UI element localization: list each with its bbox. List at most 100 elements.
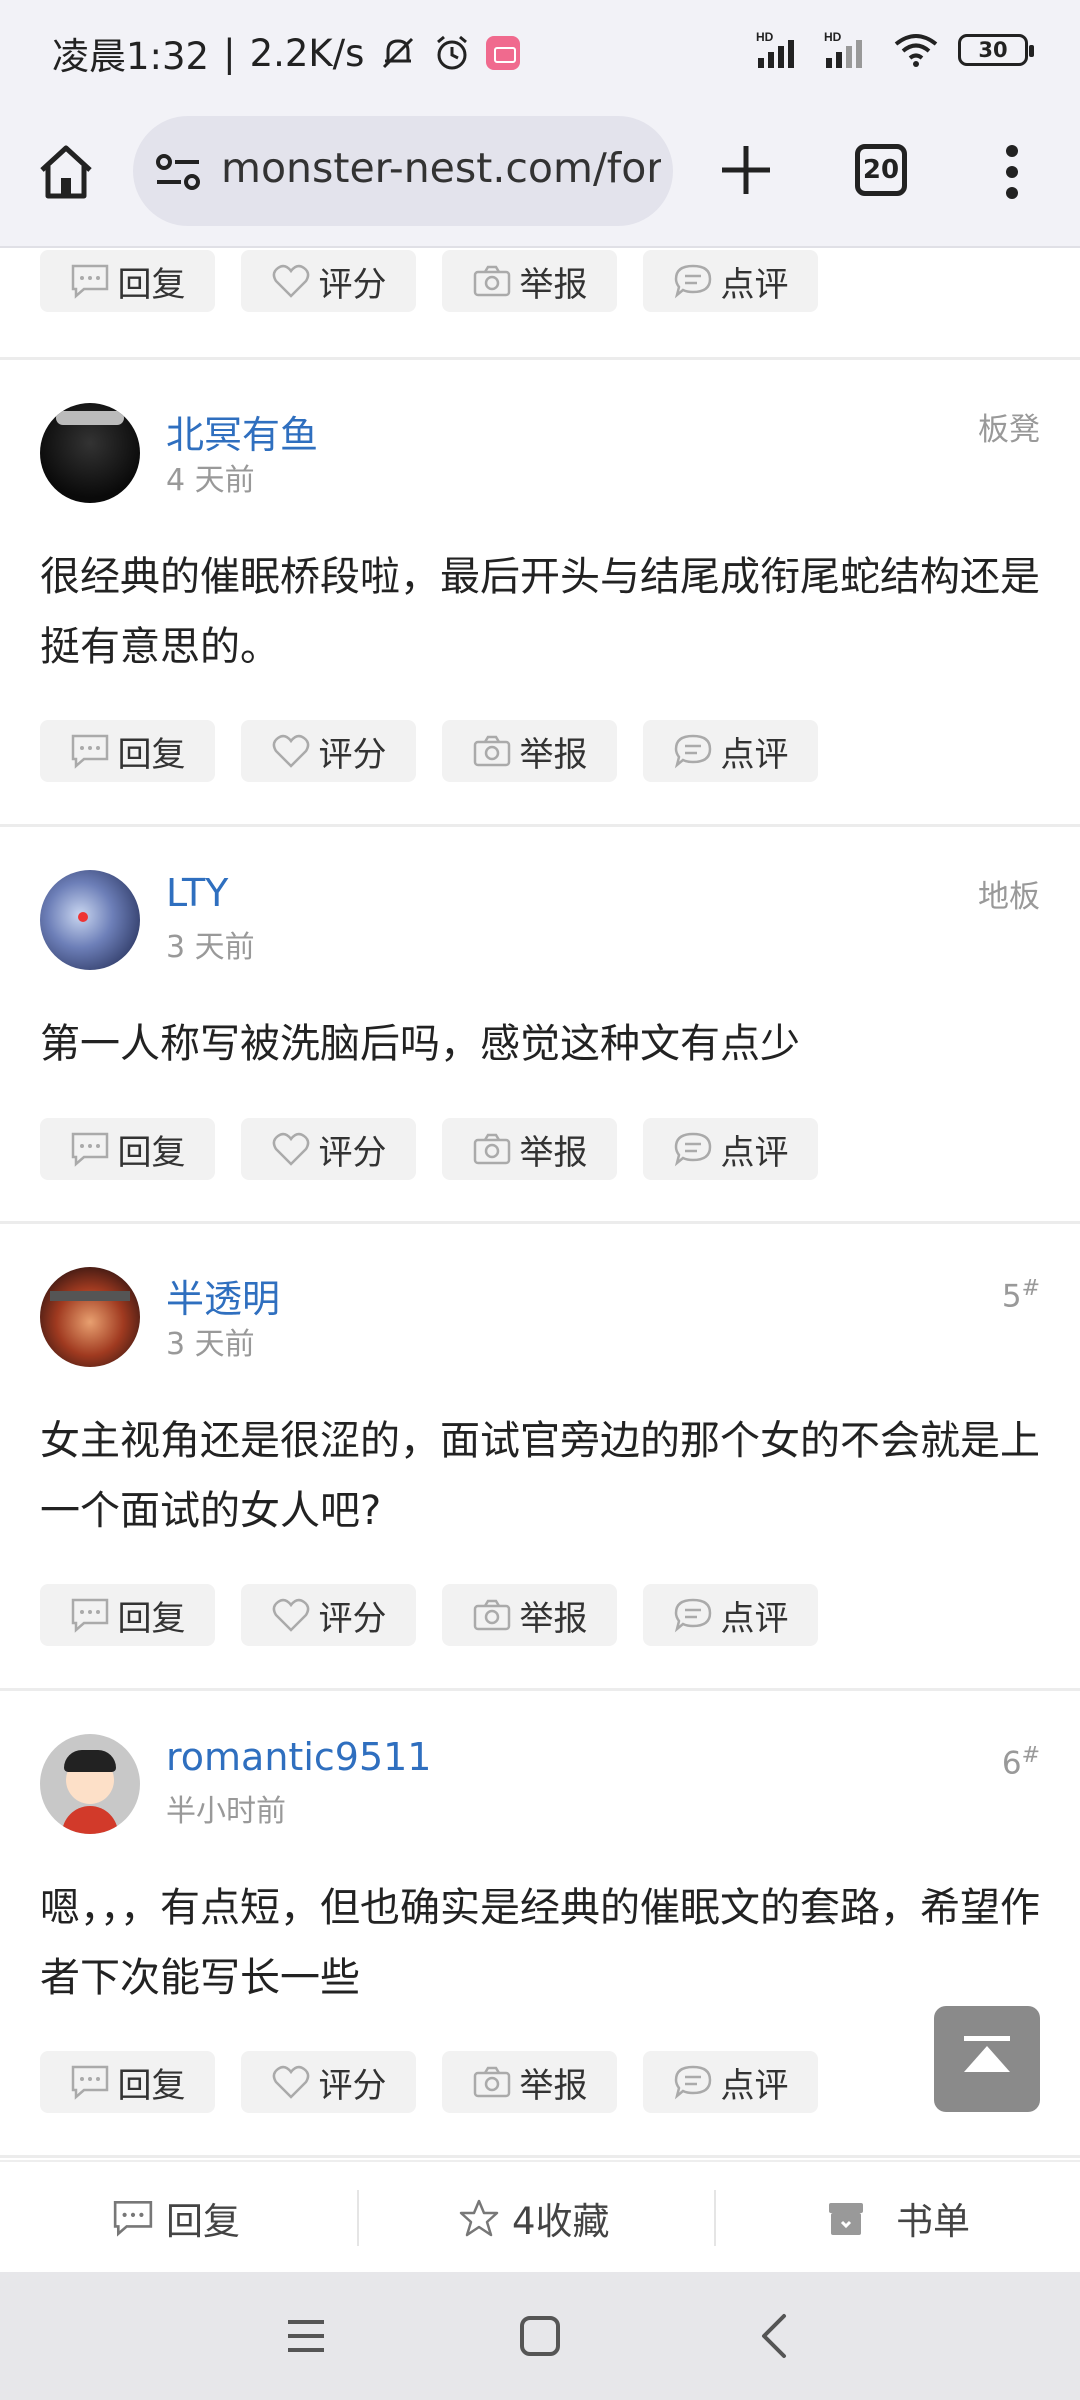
username[interactable]: romantic9511 xyxy=(166,1735,431,1779)
home-square-icon[interactable] xyxy=(514,2310,566,2362)
report-label: 举报 xyxy=(519,264,588,305)
comment-button[interactable]: 点评 xyxy=(643,250,818,312)
bottom-reply-button[interactable]: 回复 xyxy=(112,2162,240,2274)
post-item: 半透明 3 天前 5# 女主视角还是很涩的，面试官旁边的那个女的不会就是上一个面… xyxy=(0,1224,1080,1691)
reply-icon xyxy=(71,734,108,769)
camera-icon xyxy=(473,2066,510,2098)
floor-number: 5 xyxy=(1001,1278,1022,1315)
comment-button[interactable]: 点评 xyxy=(643,1118,818,1180)
reply-button[interactable]: 回复 xyxy=(40,2051,215,2113)
username[interactable]: 北冥有鱼 xyxy=(166,404,318,459)
browser-toolbar: monster-nest.com/forum 20 xyxy=(0,100,1080,248)
rate-button[interactable]: 评分 xyxy=(241,1118,416,1180)
floor-label: 板凳 xyxy=(978,412,1040,448)
favorite-button[interactable]: 4收藏 xyxy=(458,2162,610,2274)
avatar[interactable] xyxy=(40,403,140,503)
rate-label: 评分 xyxy=(318,2065,387,2106)
floor-number: 6 xyxy=(1001,1745,1022,1782)
bilibili-app-icon xyxy=(486,36,521,70)
back-to-top-button[interactable] xyxy=(934,2006,1040,2112)
avatar[interactable] xyxy=(40,870,140,970)
username[interactable]: LTY xyxy=(166,871,228,915)
divider xyxy=(714,2190,716,2246)
alarm-icon xyxy=(437,35,468,70)
reply-label: 回复 xyxy=(117,1132,186,1173)
reply-button[interactable]: 回复 xyxy=(40,250,215,312)
username[interactable]: 半透明 xyxy=(166,1268,280,1323)
booklist-label: 书单 xyxy=(896,2200,970,2243)
rate-button[interactable]: 评分 xyxy=(241,1584,416,1646)
post-text: 很经典的催眠桥段啦，最后开头与结尾成衔尾蛇结构还是挺有意思的。 xyxy=(40,554,1040,670)
heart-icon xyxy=(272,1598,309,1632)
comment-button[interactable]: 点评 xyxy=(643,1584,818,1646)
reply-icon xyxy=(71,2065,108,2100)
report-button[interactable]: 举报 xyxy=(442,1584,617,1646)
comment-label: 点评 xyxy=(720,264,789,305)
report-button[interactable]: 举报 xyxy=(442,1118,617,1180)
rate-button[interactable]: 评分 xyxy=(241,2051,416,2113)
action-row: 回复 评分 举报 点评 xyxy=(40,720,818,782)
camera-icon xyxy=(473,265,510,297)
rate-button[interactable]: 评分 xyxy=(241,720,416,782)
site-settings-icon[interactable] xyxy=(155,152,201,192)
post-text: 嗯，，，有点短，但也确实是经典的催眠文的套路，希望作者下次能写长一些 xyxy=(40,1885,1040,2001)
comment-button[interactable]: 点评 xyxy=(643,720,818,782)
post-text: 第一人称写被洗脑后吗，感觉这种文有点少 xyxy=(40,1021,800,1067)
avatar-detail xyxy=(78,912,88,922)
reply-label: 回复 xyxy=(117,734,186,775)
reply-label: 回复 xyxy=(117,2065,186,2106)
status-bar: 凌晨1:32 | 2.2K/s HD HD 30 xyxy=(0,0,1080,100)
heart-icon xyxy=(272,1132,309,1166)
comment-label: 点评 xyxy=(720,1132,789,1173)
comment-button[interactable]: 点评 xyxy=(643,2051,818,2113)
comment-label: 点评 xyxy=(720,734,789,775)
battery-indicator: 30 xyxy=(958,34,1034,66)
reply-button[interactable]: 回复 xyxy=(40,720,215,782)
thread-content[interactable]: 回复 评分 举报 点评 北冥有鱼 4 天前 板凳 很经典的催眠桥段啦，最后开头与… xyxy=(0,248,1080,2158)
heart-icon xyxy=(272,734,309,768)
divider xyxy=(357,2190,359,2246)
menu-icon[interactable] xyxy=(280,2310,332,2362)
booklist-button[interactable]: 书单 xyxy=(826,2162,970,2274)
post-item: LTY 3 天前 地板 第一人称写被洗脑后吗，感觉这种文有点少 回复 评分 举报… xyxy=(0,827,1080,1224)
back-icon[interactable] xyxy=(750,2310,802,2362)
reply-button[interactable]: 回复 xyxy=(40,1584,215,1646)
post-time: 4 天前 xyxy=(166,463,255,498)
home-icon[interactable] xyxy=(34,140,98,204)
avatar-detail xyxy=(50,1291,130,1301)
tab-switcher-button[interactable]: 20 xyxy=(855,144,907,196)
status-separator: | xyxy=(223,31,236,75)
new-tab-icon[interactable] xyxy=(718,142,774,198)
rate-button[interactable]: 评分 xyxy=(241,250,416,312)
post-partial: 回复 评分 举报 点评 xyxy=(0,248,1080,360)
avatar[interactable] xyxy=(40,1267,140,1367)
report-button[interactable]: 举报 xyxy=(442,2051,617,2113)
more-menu-icon[interactable] xyxy=(1000,144,1024,200)
post-time: 3 天前 xyxy=(166,1327,255,1362)
reply-icon xyxy=(113,2200,153,2237)
archive-box-icon xyxy=(829,2203,863,2235)
post-text: 女主视角还是很涩的，面试官旁边的那个女的不会就是上一个面试的女人吧? xyxy=(40,1418,1040,1534)
reply-icon xyxy=(71,1132,108,1167)
url-text[interactable]: monster-nest.com/forum xyxy=(221,144,661,192)
rate-label: 评分 xyxy=(318,1598,387,1639)
rate-label: 评分 xyxy=(318,1132,387,1173)
comment-icon xyxy=(674,1598,711,1633)
report-button[interactable]: 举报 xyxy=(442,250,617,312)
report-button[interactable]: 举报 xyxy=(442,720,617,782)
system-nav-bar xyxy=(0,2272,1080,2400)
floor-mark: # xyxy=(1021,1743,1040,1768)
camera-icon xyxy=(473,1599,510,1631)
url-bar[interactable]: monster-nest.com/forum xyxy=(133,116,673,226)
star-icon xyxy=(459,2199,499,2237)
comment-label: 点评 xyxy=(720,2065,789,2106)
reply-button[interactable]: 回复 xyxy=(40,1118,215,1180)
avatar[interactable] xyxy=(40,1734,140,1834)
report-label: 举报 xyxy=(519,1132,588,1173)
signal-hd-2-icon: HD xyxy=(824,30,862,68)
network-speed: 2.2K/s xyxy=(249,31,365,75)
post-time: 3 天前 xyxy=(166,930,255,965)
signal-hd-icon: HD xyxy=(756,30,794,68)
camera-icon xyxy=(473,735,510,767)
report-label: 举报 xyxy=(519,734,588,775)
